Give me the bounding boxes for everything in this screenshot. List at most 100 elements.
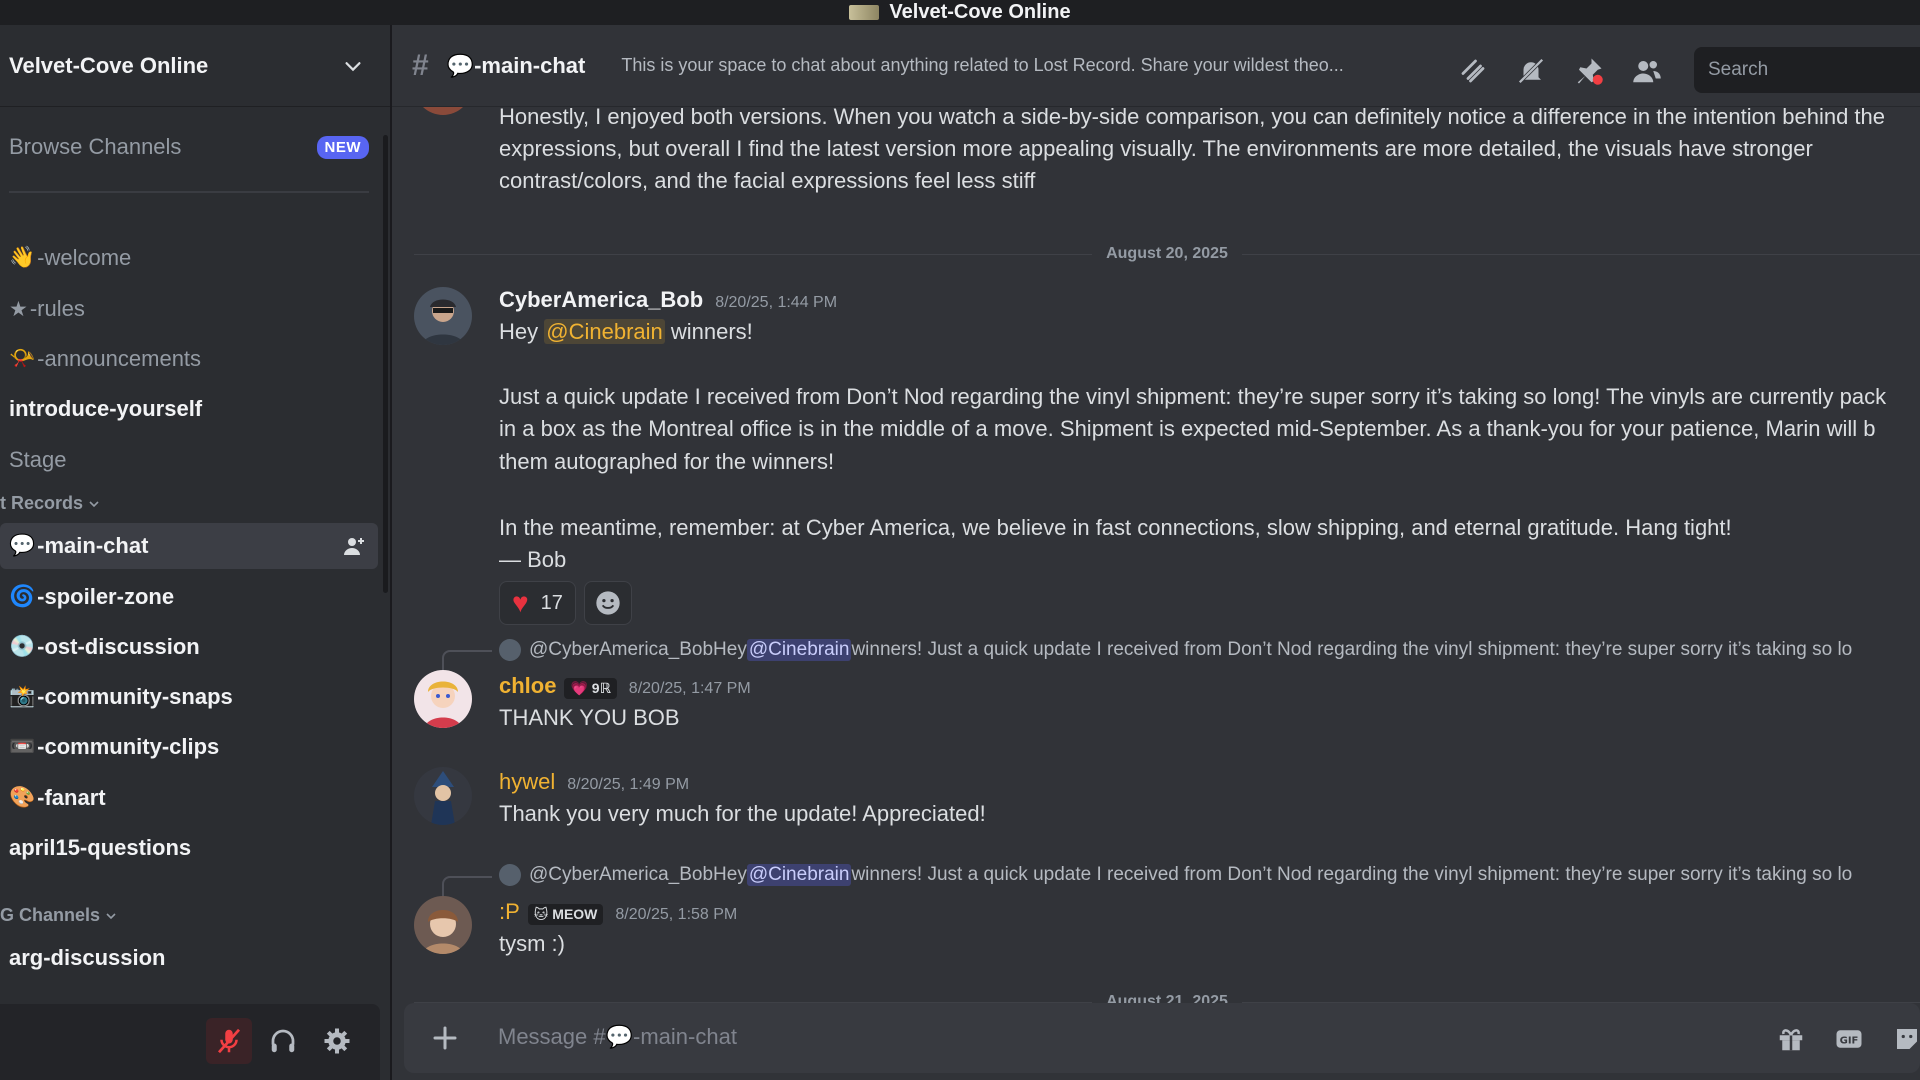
chevron-down-icon [89,500,99,507]
user-avatar-chloe [414,670,472,728]
mute-button[interactable] [206,1018,252,1064]
channel-spoiler-zone[interactable]: 🌀 -spoiler-zone [0,574,378,620]
message-header: chloe 💗 9ℝ 8/20/25, 1:47 PM [499,673,751,699]
avatar[interactable] [414,767,472,825]
avatar[interactable] [414,287,472,345]
channel-arg-discussion[interactable]: arg-discussion [0,935,378,981]
channel-welcome[interactable]: 👋 -welcome [0,235,378,281]
search-placeholder: Search [1708,59,1769,80]
author-name[interactable]: hywel [499,769,555,795]
notification-muted-icon[interactable] [1516,56,1546,86]
message-line: THANK YOU BOB [499,705,680,730]
reply-preview[interactable]: @CyberAmerica_Bob Hey @Cinebrain winners… [499,639,1852,661]
role-mention[interactable]: @Cinebrain [544,319,665,344]
message-line: Hey @Cinebrain winners! [499,316,753,348]
avatar[interactable] [414,670,472,728]
date-divider: August 20, 2025 [414,244,1920,264]
timestamp: 8/20/25, 1:44 PM [715,294,838,311]
channel-label: -fanart [37,785,106,810]
channel-community-snaps[interactable]: 📸 -community-snaps [0,674,378,720]
guild-tag[interactable]: 🐱 MEOW [527,904,604,925]
message-line: — Bob [499,547,567,572]
avatar[interactable] [414,896,472,954]
chevron-down-icon [345,61,361,71]
channel-label: introduce-yourself [9,396,203,421]
camera-icon: 📸 [9,685,36,708]
plus-icon[interactable] [430,1023,460,1053]
category-label: G Channels [0,905,101,925]
message-line: in a box as the Montreal office is in th… [499,416,1876,441]
channel-stage[interactable]: Stage [0,437,378,483]
server-header[interactable]: Velvet-Cove Online [0,25,390,107]
channel-main-chat[interactable]: 💬 -main-chat [0,523,378,569]
channel-title-text: -main-chat [474,52,586,78]
sidebar-scrollbar[interactable] [383,135,388,593]
reply-preview[interactable]: @CyberAmerica_Bob Hey @Cinebrain winners… [499,864,1852,886]
reply-text: Hey [713,864,747,885]
channel-label: -rules [29,296,85,321]
discord-app: Velvet-Cove Online Velvet-Cove Online Br… [0,0,1920,1080]
channel-community-clips[interactable]: 📼 -community-clips [0,724,378,770]
channel-label: -ost-discussion [37,634,200,659]
divider-line [1241,253,1920,255]
user-settings-button[interactable] [314,1018,360,1064]
category-records[interactable]: t Records [0,493,100,514]
add-reaction-button[interactable] [583,581,632,625]
timestamp: 8/20/25, 1:49 PM [567,776,690,793]
reply-author: @CyberAmerica_Bob [529,639,714,660]
member-list-icon[interactable] [1632,56,1662,86]
reaction-heart[interactable]: ♥ 17 [499,581,576,625]
wave-icon: 👋 [9,246,36,269]
channel-rules[interactable]: ★ -rules [0,286,378,332]
channel-ost-discussion[interactable]: 💿 -ost-discussion [0,624,378,670]
palette-icon: 🎨 [9,786,36,809]
message-line: Honestly, I enjoyed both versions. When … [499,107,1885,129]
gif-icon[interactable]: GIF [1834,1024,1864,1054]
channel-label: -welcome [37,245,132,270]
videotape-icon: 📼 [9,735,36,758]
reply-connector [442,876,492,896]
search-input[interactable]: Search [1694,47,1920,93]
message-line: them autographed for the winners! [499,449,835,474]
text: Hey [499,319,545,344]
reply-author: @CyberAmerica_Bob [529,864,714,885]
channel-april15-questions[interactable]: april15-questions [0,825,378,871]
author-name[interactable]: :P [499,899,520,925]
pin-icon[interactable] [1574,56,1604,86]
gear-icon [324,1028,350,1054]
channel-title: 💬-main-chat [447,53,586,79]
gift-icon[interactable] [1776,1024,1806,1054]
deafen-button[interactable] [260,1018,306,1064]
author-name[interactable]: chloe [499,673,556,699]
message-header: hywel 8/20/25, 1:49 PM [499,769,689,795]
avatar[interactable] [414,107,472,115]
category-g-channels[interactable]: G Channels [0,905,117,926]
threads-icon[interactable] [1458,56,1488,86]
message-list[interactable]: Honestly, I enjoyed both versions. When … [392,107,1920,1007]
channel-topic[interactable]: This is your space to chat about anythin… [621,55,1343,76]
message-input[interactable]: Message #💬-main-chat [498,1024,737,1050]
channel-label: -announcements [37,346,202,371]
sticker-icon[interactable] [1892,1024,1920,1054]
browse-channels[interactable]: Browse Channels NEW [9,134,369,160]
headphones-icon [271,1029,295,1053]
server-name: Velvet-Cove Online [9,52,209,78]
new-badge: NEW [316,135,369,159]
channel-label: arg-discussion [9,945,166,970]
channel-fanart[interactable]: 🎨 -fanart [0,775,378,821]
channel-label: -main-chat [37,533,149,558]
channel-label: -community-clips [37,734,220,759]
message-line: contrast/colors, and the facial expressi… [499,168,1036,193]
invite-member-icon[interactable] [342,534,366,558]
channel-announcements[interactable]: 📯 -announcements [0,336,378,382]
disc-icon: 💿 [9,635,36,658]
category-label: t Records [0,493,84,513]
channel-introduce-yourself[interactable]: introduce-yourself [0,386,378,432]
message-header: :P 🐱 MEOW 8/20/25, 1:58 PM [499,899,737,925]
browse-channels-label: Browse Channels [9,134,182,159]
guild-tag[interactable]: 💗 9ℝ [564,678,617,699]
channel-header: # 💬-main-chat This is your space to chat… [392,25,1920,107]
chat-area: # 💬-main-chat This is your space to chat… [392,25,1920,1080]
message-composer[interactable]: Message #💬-main-chat GIF [404,1003,1920,1073]
author-name[interactable]: CyberAmerica_Bob [499,287,703,313]
